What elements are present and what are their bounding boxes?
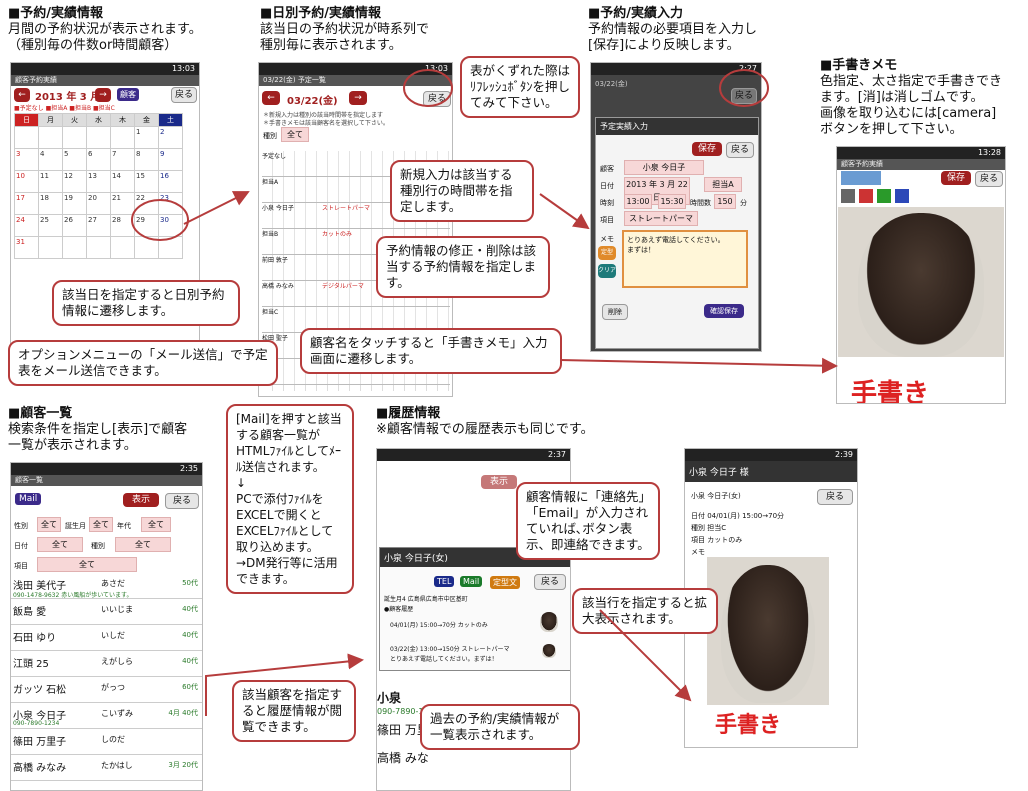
connector-arrows: [131, 69, 838, 716]
arrow: [539, 193, 590, 230]
arrow: [559, 357, 838, 374]
highlight-circle: [719, 69, 769, 107]
highlight-circle: [403, 69, 453, 107]
arrow: [183, 191, 250, 225]
arrow: [599, 609, 692, 702]
arrow: [205, 653, 364, 716]
highlight-circle: [131, 199, 189, 241]
